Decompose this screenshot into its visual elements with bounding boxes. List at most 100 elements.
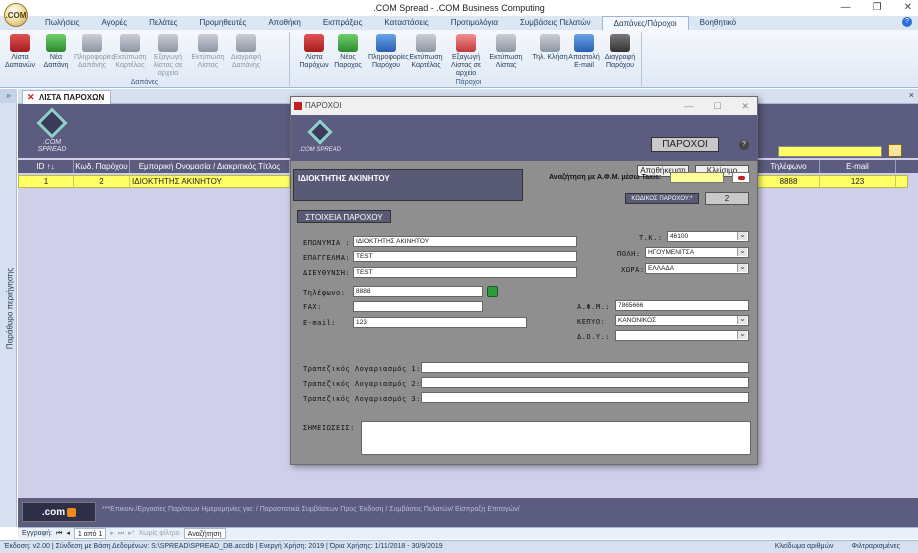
dialog-maximize-icon[interactable]: ☐ [713, 97, 721, 115]
country-label: ΧΩΡΑ: [621, 266, 645, 274]
notes-field[interactable] [361, 421, 751, 455]
tab-auxiliary[interactable]: Βοηθητικό [689, 16, 747, 30]
first-record-button[interactable]: ⏮ [56, 528, 62, 539]
new-record-button[interactable]: ▸* [128, 528, 134, 539]
tab-reports[interactable]: Καταστάσεις [373, 16, 439, 30]
tab-contracts[interactable]: Συμβάσεις Πελατών [509, 16, 602, 30]
provider-print-card-button[interactable]: Εκτύπωση Καρτέλας [408, 34, 444, 70]
list-search-button[interactable] [888, 144, 902, 157]
minimize-icon[interactable]: — [841, 2, 851, 13]
tab-providers-list-label: ΛΙΣΤΑ ΠΑΡΟΧΩΝ [39, 93, 105, 102]
record-position-input[interactable]: 1 από 1 [73, 528, 107, 539]
printer-icon [198, 34, 218, 52]
restore-icon[interactable]: ❐ [873, 2, 882, 13]
window-title: .COM Spread - .COM Business Computing [373, 3, 545, 13]
afm-label: Α.Φ.Μ.: [577, 303, 611, 311]
afm-field[interactable]: 7865666 [615, 300, 749, 311]
tab-purchases[interactable]: Αγορές [90, 16, 138, 30]
help-icon[interactable]: ? [902, 17, 912, 27]
bank-account-1-field[interactable] [421, 362, 749, 373]
profession-field[interactable]: TEST [353, 251, 577, 262]
bank-account-1-label: Τραπεζικός Λογαριασμός 1: [303, 365, 421, 373]
tab-warehouse[interactable]: Αποθήκη [257, 16, 312, 30]
provider-details-tab[interactable]: ΣΤΟΙΧΕΙΑ ΠΑΡΟΧΟΥ [297, 210, 391, 223]
add-icon [46, 34, 66, 52]
expense-info-label: Πληροφορίες Δαπάνης [74, 54, 115, 69]
bank-account-3-field[interactable] [421, 392, 749, 403]
print-card-button[interactable]: Εκτύπωση Καρτέλας [112, 34, 148, 70]
provider-print-list-button[interactable]: Εκτύπωση Λίστας [488, 34, 524, 70]
trash-icon [236, 34, 256, 52]
close-icon[interactable]: ✕ [904, 2, 912, 13]
postcode-select[interactable]: 46100 [667, 231, 749, 242]
record-search-input[interactable]: Αναζήτηση [183, 528, 226, 539]
name-field[interactable]: ΙΔΙΟΚΤΗΤΗΣ ΑΚΙΝΗΤΟΥ [353, 236, 577, 247]
kepyo-select[interactable]: ΚΑΝΟΝΙΚΟΣ [615, 315, 749, 326]
col-email[interactable]: E-mail [820, 160, 896, 173]
info-icon [82, 34, 102, 52]
company-logo: .COM SPREAD [297, 119, 343, 159]
delete-expense-label: Διαγραφή Δαπάνης [230, 54, 262, 69]
filter-status[interactable]: Χωρίς φίλτρο [138, 528, 179, 539]
footer-notice[interactable]: ***Επικοιν./Εργασίες Παρ/σεων Ημερομηνίε… [102, 506, 520, 513]
phone-call-button[interactable]: Τηλ. Κλήση [532, 34, 568, 62]
tab-customers[interactable]: Πελάτες [138, 16, 188, 30]
dialog-header-title: ΠΑΡΟΧΟΙ [651, 137, 719, 152]
next-record-button[interactable]: ▸ [110, 528, 114, 539]
col-code[interactable]: Κωδ. Παρόχου [74, 160, 130, 173]
tax-office-select[interactable] [615, 330, 749, 341]
phone-field[interactable]: 8888 [353, 286, 483, 297]
card-icon [416, 34, 436, 52]
expand-pane-button[interactable]: » [0, 89, 17, 103]
print-card-label: Εκτύπωση Καρτέλας [113, 54, 147, 69]
provider-info-button[interactable]: Πληροφορίες Παρόχου [368, 34, 409, 70]
close-document-button[interactable]: × [909, 90, 914, 100]
print-list-button[interactable]: Εκτύπωση Λίστας [190, 34, 226, 70]
tab-suppliers[interactable]: Προμηθευτές [189, 16, 258, 30]
col-name[interactable]: Εμπορική Ονομασία / Διακριτικός Τίτλος [130, 160, 290, 173]
provider-export-label: Εξαγωγή Λίστας σε αρχείο [450, 54, 482, 77]
printer-icon [496, 34, 516, 52]
providers-list-button[interactable]: Λίστα Παρόχων [296, 34, 332, 70]
tab-sales[interactable]: Πωλήσεις [34, 16, 90, 30]
tab-proforma[interactable]: Προτιμολόγια [440, 16, 509, 30]
window-titlebar: .COM Spread - .COM Business Computing — … [0, 0, 918, 16]
fax-field[interactable] [353, 301, 483, 312]
new-provider-button[interactable]: Νέος Παροχος [330, 34, 366, 70]
provider-print-card-label: Εκτύπωση Καρτέλας [409, 54, 443, 69]
col-phone[interactable]: Τηλέφωνο [758, 160, 820, 173]
export-list-button[interactable]: Εξαγωγή λίστας σε αρχείο [150, 34, 186, 78]
last-record-button[interactable]: ⏭ [118, 528, 124, 539]
expense-info-button[interactable]: Πληροφορίες Δαπάνης [74, 34, 115, 70]
city-select[interactable]: ΗΓΟΥΜΕΝΙΤΣΑ [645, 247, 749, 258]
afm-search-input[interactable] [670, 172, 724, 183]
dialog-minimize-icon[interactable]: — [684, 97, 693, 115]
tab-providers-list[interactable]: ✕ ΛΙΣΤΑ ΠΑΡΟΧΩΝ [22, 90, 112, 104]
list-search-input[interactable] [778, 146, 882, 157]
form-icon [294, 102, 302, 110]
navigation-pane-label[interactable]: Παράθυρο περιήγησης [6, 239, 15, 379]
bank-account-2-label: Τραπεζικός Λογαριασμός 2: [303, 380, 421, 388]
address-field[interactable]: TEST [353, 267, 577, 278]
provider-export-button[interactable]: Εξαγωγή Λίστας σε αρχείο [448, 34, 484, 78]
dialog-close-icon[interactable]: ✕ [741, 97, 749, 115]
new-expense-button[interactable]: Νέα Δαπάνη [38, 34, 74, 70]
tab-expenses-providers[interactable]: Δαπάνες/Πάροχοι [601, 16, 689, 30]
tab-receipts[interactable]: Εισπράξεις [312, 16, 374, 30]
phone-icon[interactable] [487, 286, 498, 297]
email-field[interactable]: 123 [353, 317, 527, 328]
expenses-list-button[interactable]: Λίστα Δαπανών [2, 34, 38, 70]
send-email-button[interactable]: Αποστολή E-mail [566, 34, 602, 70]
country-select[interactable]: ΕΛΛΑΔΑ [645, 263, 749, 274]
app-orb-button[interactable]: .COM [4, 3, 28, 27]
help-icon[interactable]: ? [739, 140, 749, 150]
bank-account-2-field[interactable] [421, 377, 749, 388]
name-label: ΕΠΩΝΥΜΙΑ : [303, 239, 351, 247]
delete-provider-button[interactable]: Διαγραφή Παρόχου [602, 34, 638, 70]
prev-record-button[interactable]: ◂ [66, 528, 70, 539]
afm-search-button[interactable] [732, 172, 750, 183]
col-id[interactable]: ID ↑↓ [18, 160, 74, 173]
delete-expense-button[interactable]: Διαγραφή Δαπάνης [228, 34, 264, 70]
kepyo-label: ΚΕΠΥΟ: [577, 318, 606, 326]
add-user-icon [338, 34, 358, 52]
